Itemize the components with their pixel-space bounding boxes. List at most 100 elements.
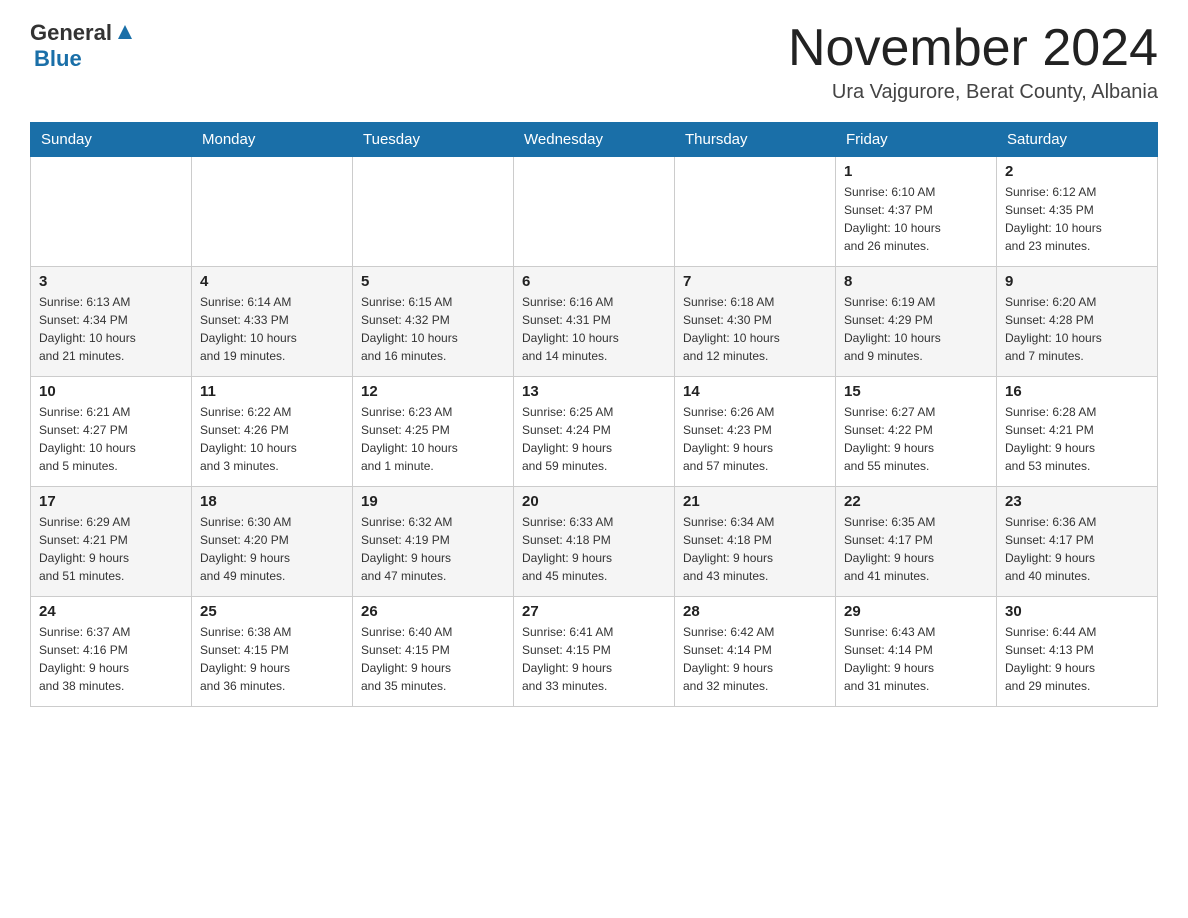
day-number: 5 (361, 273, 505, 290)
day-number: 11 (200, 383, 344, 400)
calendar-cell: 15 Sunrise: 6:27 AMSunset: 4:22 PMDayligh… (836, 377, 997, 487)
day-number: 1 (844, 163, 988, 180)
weekday-header-sunday: Sunday (31, 123, 192, 157)
day-info: Sunrise: 6:15 AMSunset: 4:32 PMDaylight:… (361, 293, 505, 365)
calendar-cell (675, 157, 836, 267)
weekday-header-row: SundayMondayTuesdayWednesdayThursdayFrid… (31, 123, 1158, 157)
calendar-cell: 27Sunrise: 6:41 AMSunset: 4:15 PMDayligh… (514, 597, 675, 707)
day-info: Sunrise: 6:25 AMSunset: 4:24 PMDaylight:… (522, 403, 666, 475)
calendar-cell: 13 Sunrise: 6:25 AMSunset: 4:24 PMDayligh… (514, 377, 675, 487)
weekday-header-saturday: Saturday (997, 123, 1158, 157)
calendar-cell: 4 Sunrise: 6:14 AMSunset: 4:33 PMDaylight… (192, 267, 353, 377)
day-info: Sunrise: 6:37 AMSunset: 4:16 PMDaylight:… (39, 623, 183, 695)
month-title: November 2024 (788, 20, 1158, 77)
day-number: 26 (361, 603, 505, 620)
day-info: Sunrise: 6:12 AMSunset: 4:35 PMDaylight:… (1005, 183, 1149, 255)
day-info: Sunrise: 6:28 AMSunset: 4:21 PMDaylight:… (1005, 403, 1149, 475)
day-number: 23 (1005, 493, 1149, 510)
day-number: 25 (200, 603, 344, 620)
day-number: 2 (1005, 163, 1149, 180)
title-area: November 2024 Ura Vajgurore, Berat Count… (788, 20, 1158, 104)
logo: General Blue (30, 20, 136, 72)
day-info: Sunrise: 6:16 AMSunset: 4:31 PMDaylight:… (522, 293, 666, 365)
weekday-header-friday: Friday (836, 123, 997, 157)
day-info: Sunrise: 6:21 AMSunset: 4:27 PMDaylight:… (39, 403, 183, 475)
weekday-header-monday: Monday (192, 123, 353, 157)
weekday-header-wednesday: Wednesday (514, 123, 675, 157)
calendar-cell (514, 157, 675, 267)
calendar-week-row: 3 Sunrise: 6:13 AMSunset: 4:34 PMDaylight… (31, 267, 1158, 377)
day-info: Sunrise: 6:36 AMSunset: 4:17 PMDaylight:… (1005, 513, 1149, 585)
calendar-cell: 11 Sunrise: 6:22 AMSunset: 4:26 PMDayligh… (192, 377, 353, 487)
day-info: Sunrise: 6:34 AMSunset: 4:18 PMDaylight:… (683, 513, 827, 585)
day-number: 15 (844, 383, 988, 400)
day-info: Sunrise: 6:20 AMSunset: 4:28 PMDaylight:… (1005, 293, 1149, 365)
location-title: Ura Vajgurore, Berat County, Albania (788, 81, 1158, 104)
calendar-week-row: 1 Sunrise: 6:10 AMSunset: 4:37 PMDaylight… (31, 157, 1158, 267)
calendar-cell: 12 Sunrise: 6:23 AMSunset: 4:25 PMDayligh… (353, 377, 514, 487)
weekday-header-tuesday: Tuesday (353, 123, 514, 157)
calendar-week-row: 10 Sunrise: 6:21 AMSunset: 4:27 PMDayligh… (31, 377, 1158, 487)
logo-general-text: General (30, 20, 112, 46)
day-number: 22 (844, 493, 988, 510)
day-info: Sunrise: 6:42 AMSunset: 4:14 PMDaylight:… (683, 623, 827, 695)
day-number: 30 (1005, 603, 1149, 620)
day-number: 17 (39, 493, 183, 510)
day-number: 13 (522, 383, 666, 400)
day-info: Sunrise: 6:27 AMSunset: 4:22 PMDaylight:… (844, 403, 988, 475)
day-info: Sunrise: 6:40 AMSunset: 4:15 PMDaylight:… (361, 623, 505, 695)
day-number: 3 (39, 273, 183, 290)
day-info: Sunrise: 6:19 AMSunset: 4:29 PMDaylight:… (844, 293, 988, 365)
day-number: 10 (39, 383, 183, 400)
day-number: 19 (361, 493, 505, 510)
day-number: 14 (683, 383, 827, 400)
weekday-header-thursday: Thursday (675, 123, 836, 157)
day-info: Sunrise: 6:43 AMSunset: 4:14 PMDaylight:… (844, 623, 988, 695)
day-number: 7 (683, 273, 827, 290)
day-number: 24 (39, 603, 183, 620)
calendar-cell: 5 Sunrise: 6:15 AMSunset: 4:32 PMDaylight… (353, 267, 514, 377)
calendar-cell: 2 Sunrise: 6:12 AMSunset: 4:35 PMDaylight… (997, 157, 1158, 267)
logo-triangle-icon (114, 21, 136, 43)
day-info: Sunrise: 6:29 AMSunset: 4:21 PMDaylight:… (39, 513, 183, 585)
calendar-week-row: 24 Sunrise: 6:37 AMSunset: 4:16 PMDayligh… (31, 597, 1158, 707)
calendar-cell: 28Sunrise: 6:42 AMSunset: 4:14 PMDayligh… (675, 597, 836, 707)
day-number: 6 (522, 273, 666, 290)
calendar-cell: 3 Sunrise: 6:13 AMSunset: 4:34 PMDaylight… (31, 267, 192, 377)
day-number: 21 (683, 493, 827, 510)
calendar-cell (192, 157, 353, 267)
calendar-cell: 18Sunrise: 6:30 AMSunset: 4:20 PMDayligh… (192, 487, 353, 597)
calendar-cell: 16 Sunrise: 6:28 AMSunset: 4:21 PMDayligh… (997, 377, 1158, 487)
calendar-cell: 10 Sunrise: 6:21 AMSunset: 4:27 PMDayligh… (31, 377, 192, 487)
calendar-cell: 6 Sunrise: 6:16 AMSunset: 4:31 PMDaylight… (514, 267, 675, 377)
calendar-table: SundayMondayTuesdayWednesdayThursdayFrid… (30, 122, 1158, 707)
day-number: 16 (1005, 383, 1149, 400)
day-number: 12 (361, 383, 505, 400)
day-info: Sunrise: 6:13 AMSunset: 4:34 PMDaylight:… (39, 293, 183, 365)
calendar-cell: 21 Sunrise: 6:34 AMSunset: 4:18 PMDayligh… (675, 487, 836, 597)
day-number: 9 (1005, 273, 1149, 290)
day-number: 8 (844, 273, 988, 290)
day-info: Sunrise: 6:38 AMSunset: 4:15 PMDaylight:… (200, 623, 344, 695)
day-info: Sunrise: 6:14 AMSunset: 4:33 PMDaylight:… (200, 293, 344, 365)
calendar-cell: 25 Sunrise: 6:38 AMSunset: 4:15 PMDayligh… (192, 597, 353, 707)
day-info: Sunrise: 6:22 AMSunset: 4:26 PMDaylight:… (200, 403, 344, 475)
calendar-cell: 14 Sunrise: 6:26 AMSunset: 4:23 PMDayligh… (675, 377, 836, 487)
day-info: Sunrise: 6:26 AMSunset: 4:23 PMDaylight:… (683, 403, 827, 475)
day-info: Sunrise: 6:41 AMSunset: 4:15 PMDaylight:… (522, 623, 666, 695)
day-info: Sunrise: 6:10 AMSunset: 4:37 PMDaylight:… (844, 183, 988, 255)
calendar-cell: 26 Sunrise: 6:40 AMSunset: 4:15 PMDayligh… (353, 597, 514, 707)
calendar-cell: 20Sunrise: 6:33 AMSunset: 4:18 PMDayligh… (514, 487, 675, 597)
day-info: Sunrise: 6:44 AMSunset: 4:13 PMDaylight:… (1005, 623, 1149, 695)
calendar-cell (353, 157, 514, 267)
day-info: Sunrise: 6:23 AMSunset: 4:25 PMDaylight:… (361, 403, 505, 475)
calendar-cell (31, 157, 192, 267)
calendar-cell: 9 Sunrise: 6:20 AMSunset: 4:28 PMDaylight… (997, 267, 1158, 377)
day-number: 4 (200, 273, 344, 290)
header: General Blue November 2024 Ura Vajgurore… (30, 20, 1158, 104)
calendar-cell: 22Sunrise: 6:35 AMSunset: 4:17 PMDayligh… (836, 487, 997, 597)
calendar-cell: 1 Sunrise: 6:10 AMSunset: 4:37 PMDaylight… (836, 157, 997, 267)
calendar-cell: 30 Sunrise: 6:44 AMSunset: 4:13 PMDayligh… (997, 597, 1158, 707)
calendar-cell: 23 Sunrise: 6:36 AMSunset: 4:17 PMDayligh… (997, 487, 1158, 597)
calendar-cell: 29Sunrise: 6:43 AMSunset: 4:14 PMDayligh… (836, 597, 997, 707)
